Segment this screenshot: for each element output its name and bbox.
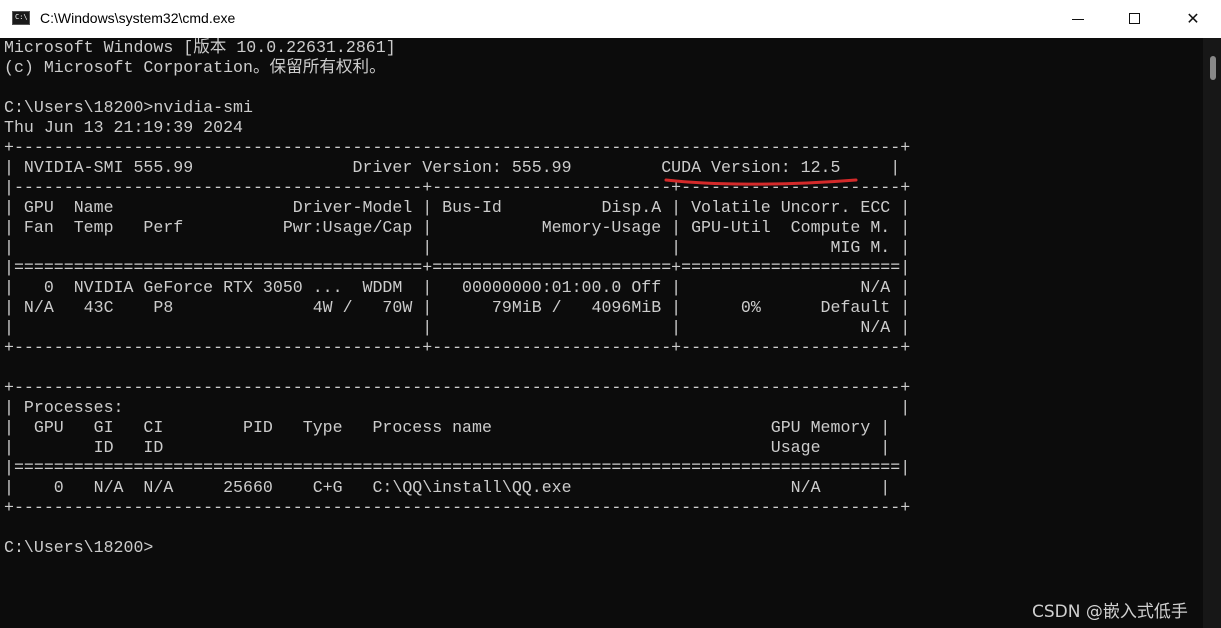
close-button[interactable]: ✕ [1165, 0, 1221, 38]
terminal-line: C:\Users\18200>nvidia-smi [4, 98, 253, 117]
cmd-icon-label: C:\ [15, 13, 28, 21]
terminal-line: +---------------------------------------… [4, 498, 911, 517]
minimize-button[interactable] [1050, 0, 1106, 38]
terminal-line: | Fan Temp Perf Pwr:Usage/Cap | Memory-U… [4, 218, 911, 237]
csdn-watermark: CSDN @嵌入式低手 [1032, 602, 1188, 622]
close-icon: ✕ [1186, 9, 1200, 28]
terminal-line: | 0 NVIDIA GeForce RTX 3050 ... WDDM | 0… [4, 278, 911, 297]
red-underline-annotation [664, 178, 858, 186]
terminal-line: | 0 N/A N/A 25660 C+G C:\QQ\install\QQ.e… [4, 478, 891, 497]
terminal-line: | | | MIG M. | [4, 238, 911, 257]
cmd-app-icon[interactable]: C:\ [12, 11, 30, 25]
terminal-line: +---------------------------------------… [4, 338, 911, 357]
terminal-line: (c) Microsoft Corporation。保留所有权利。 [4, 58, 386, 77]
terminal-line: | ID ID Usage | [4, 438, 891, 457]
terminal-line: |=======================================… [4, 458, 911, 477]
terminal-line: |=======================================… [4, 258, 911, 277]
maximize-button[interactable] [1107, 0, 1163, 38]
terminal-line: | GPU Name Driver-Model | Bus-Id Disp.A … [4, 198, 911, 217]
terminal-line: | N/A 43C P8 4W / 70W | 79MiB / 4096MiB … [4, 298, 911, 317]
maximize-icon [1129, 13, 1140, 24]
terminal-line: Thu Jun 13 21:19:39 2024 [4, 118, 243, 137]
terminal-line: | | | N/A | [4, 318, 911, 337]
terminal-line: C:\Users\18200> [4, 538, 154, 557]
scrollbar-thumb[interactable] [1210, 56, 1216, 80]
console-area[interactable]: Microsoft Windows [版本 10.0.22631.2861] (… [0, 38, 1203, 628]
minimize-icon [1072, 19, 1084, 20]
vertical-scrollbar[interactable] [1203, 38, 1221, 628]
terminal-line: | GPU GI CI PID Type Process name GPU Me… [4, 418, 891, 437]
title-bar[interactable]: C:\ C:\Windows\system32\cmd.exe ✕ [0, 0, 1221, 38]
terminal-output[interactable]: Microsoft Windows [版本 10.0.22631.2861] (… [4, 38, 910, 558]
terminal-line: +---------------------------------------… [4, 378, 911, 397]
terminal-line: Microsoft Windows [版本 10.0.22631.2861] [4, 38, 396, 57]
terminal-line: | Processes: | [4, 398, 911, 417]
terminal-line: +---------------------------------------… [4, 138, 911, 157]
window-title: C:\Windows\system32\cmd.exe [40, 10, 236, 26]
